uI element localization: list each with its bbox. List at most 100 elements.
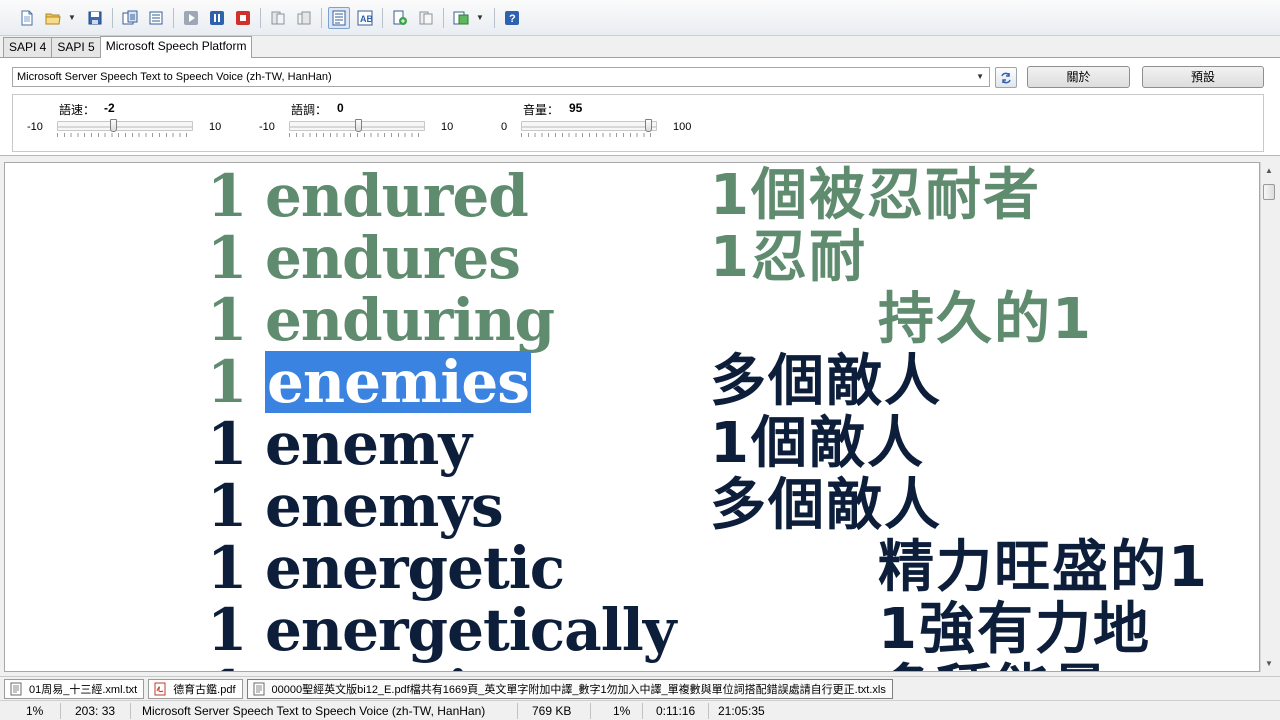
tab-sapi5[interactable]: SAPI 5 [51,37,101,57]
file-tab[interactable]: 01周易_十三經.xml.txt [4,678,145,699]
play-button[interactable] [180,7,202,29]
new-document-button[interactable] [16,7,38,29]
line-number: 1 [207,472,247,540]
current-spoken-word: enemies [265,348,531,416]
english-word: enemy [265,410,472,478]
rate-max: 10 [209,121,222,133]
english-word: endures [265,224,521,292]
pitch-ticks [289,133,425,137]
speak-selection-icon [149,11,163,24]
pitch-min: -10 [259,121,275,133]
refresh-icon [1001,72,1011,83]
pitch-slider[interactable] [289,119,425,132]
previous-sentence-icon [271,11,285,24]
volume-ticks [521,133,657,137]
chinese-translation: 1忍耐 [710,225,867,290]
slider-groove [58,126,192,128]
tab-microsoft-speech-platform[interactable]: Microsoft Speech Platform [99,36,253,58]
chinese-translation: 多種能量 [878,661,1110,672]
batch-export-button[interactable] [415,7,437,29]
rate-slider-group: 語速： -2 -10 10 [13,95,243,151]
status-progress: 1% [613,704,631,718]
refresh-voices-button[interactable] [995,67,1017,88]
text-editor[interactable]: 1 endured 1個被忍耐者 1 endures 1忍耐 1 enduring 持久的1 1 e… [4,162,1260,672]
next-sentence-button[interactable] [293,7,315,29]
word-view-icon: AB [357,10,373,25]
options-button[interactable] [450,7,472,29]
save-button[interactable] [84,7,106,29]
word-view-button[interactable]: AB [354,7,376,29]
chinese-translation: 精力旺盛的1 [878,535,1209,600]
text-line: 1 energies 多種能量 [5,661,1259,672]
pitch-max: 10 [441,121,454,133]
text-line: 1 energetic 精力旺盛的1 [5,535,1259,600]
speak-all-button[interactable] [119,7,141,29]
open-button[interactable] [42,7,64,29]
pitch-value: 0 [337,101,344,115]
pause-button[interactable] [206,7,228,29]
text-line: 1 endures 1忍耐 [5,224,1259,292]
speak-document-icon [122,10,138,24]
volume-slider-group: 音量： 95 0 100 [477,95,717,151]
file-tab[interactable]: 00000聖經英文版bi12_E.pdf檔共有1669頁_英文單字附加中譯_數字… [246,678,893,699]
voice-panel: Microsoft Server Speech Text to Speech V… [0,58,1280,156]
rate-min: -10 [27,121,43,133]
rate-slider[interactable] [57,119,193,132]
stop-button[interactable] [232,7,254,29]
voice-select[interactable]: Microsoft Server Speech Text to Speech V… [12,67,990,87]
pause-icon [210,10,224,25]
new-document-icon [21,10,33,25]
status-clock: 21:05:35 [718,704,765,718]
toolbar: ▼ AB ▼ ? [0,0,1280,36]
chinese-translation: 1個敵人 [710,411,925,476]
chinese-translation: 1強有力地 [878,597,1151,662]
file-tabs: 01周易_十三經.xml.txt 德育古鑑.pdf 00000聖經英文版bi12_E… [0,676,1280,700]
help-button[interactable]: ? [501,7,523,29]
export-audio-button[interactable] [389,7,411,29]
status-separator [517,703,518,719]
text-file-icon [253,682,265,695]
chevron-down-icon: ▼ [976,72,984,81]
pitch-slider-thumb[interactable] [355,119,362,132]
scroll-up-arrow[interactable]: ▲ [1261,162,1277,179]
help-icon: ? [505,10,519,25]
rate-slider-thumb[interactable] [110,119,117,132]
vertical-scrollbar[interactable]: ▲ ▼ [1260,162,1276,672]
english-word: endured [265,162,529,230]
previous-sentence-button[interactable] [267,7,289,29]
scrollbar-thumb[interactable] [1263,184,1275,200]
status-separator [60,703,61,719]
status-cursor-position: 203: 33 [75,704,116,718]
toolbar-separator [494,7,495,28]
speak-selection-button[interactable] [145,7,167,29]
toolbar-separator [260,7,261,28]
stop-icon [236,10,250,25]
volume-slider-thumb[interactable] [645,119,652,132]
default-button[interactable]: 預設 [1142,66,1264,88]
volume-min: 0 [501,121,508,133]
play-icon [184,10,198,25]
about-button[interactable]: 關於 [1027,66,1130,88]
voice-select-value: Microsoft Server Speech Text to Speech V… [17,71,332,83]
chinese-translation: 多個敵人 [710,349,942,414]
text-view-button[interactable] [328,6,350,29]
rate-label: 語速： [59,103,96,117]
text-line: 1 endured 1個被忍耐者 [5,162,1259,230]
tab-sapi4[interactable]: SAPI 4 [3,37,53,57]
status-separator [590,703,591,719]
chinese-translation: 多個敵人 [710,473,942,538]
line-number: 1 [207,661,247,671]
file-tab-label: 01周易_十三經.xml.txt [29,683,138,696]
scroll-down-arrow[interactable]: ▼ [1261,655,1277,672]
options-dropdown-arrow[interactable]: ▼ [476,7,484,29]
file-tab[interactable]: 德育古鑑.pdf [148,678,243,699]
line-number: 1 [207,162,247,230]
status-file-size: 769 KB [532,704,572,718]
line-number: 1 [207,596,247,664]
toolbar-separator [173,7,174,28]
volume-max: 100 [673,121,692,133]
next-sentence-icon [297,11,311,24]
open-dropdown-arrow[interactable]: ▼ [68,7,76,29]
line-number: 1 [207,224,247,292]
volume-slider[interactable] [521,119,657,132]
